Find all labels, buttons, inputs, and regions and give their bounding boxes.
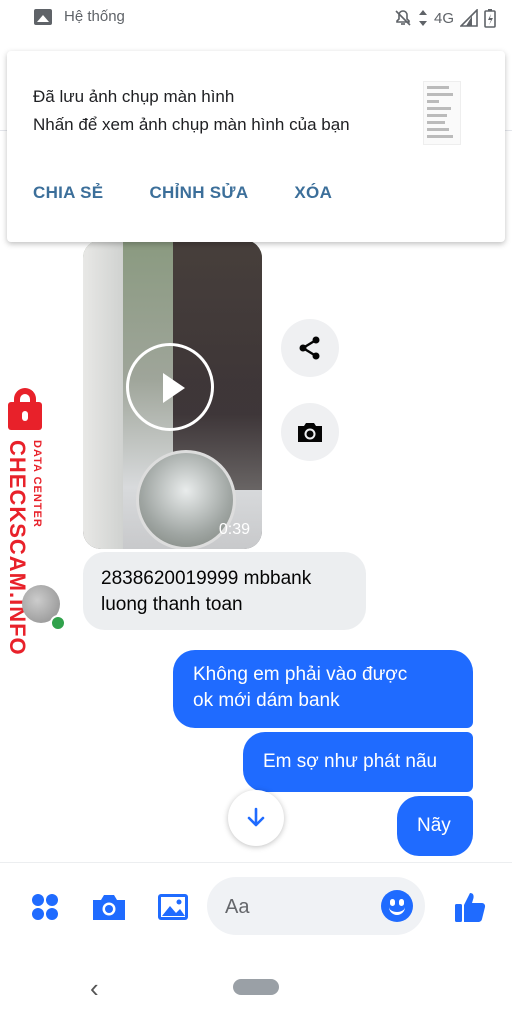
notification-title: Đã lưu ảnh chụp màn hình xyxy=(33,87,235,106)
apps-icon xyxy=(32,894,58,920)
gallery-button[interactable] xyxy=(153,887,193,927)
video-frame-wall xyxy=(83,240,123,549)
play-icon[interactable] xyxy=(126,343,214,431)
camera-icon xyxy=(93,895,125,920)
online-status-dot xyxy=(50,615,66,631)
arrow-down-icon xyxy=(247,807,265,827)
notification-actions: CHIA SẺ CHỈNH SỬA XÓA xyxy=(33,183,332,203)
apps-button[interactable] xyxy=(25,887,65,927)
message-line: 2838620019999 mbbank xyxy=(101,568,312,589)
outgoing-message[interactable]: Em sợ như phát nãu xyxy=(243,732,473,792)
share-video-button[interactable] xyxy=(281,319,339,377)
video-message[interactable]: 0:39 xyxy=(83,240,262,549)
camera-button[interactable] xyxy=(89,887,129,927)
thumbs-up-icon xyxy=(455,893,486,922)
delete-button[interactable]: XÓA xyxy=(294,183,332,203)
message-line: luong thanh toan xyxy=(101,594,243,615)
outgoing-message[interactable]: Nãy xyxy=(397,796,473,856)
screenshot-thumbnail[interactable] xyxy=(423,81,461,145)
screenshot-notification[interactable]: Đã lưu ảnh chụp màn hình Nhấn để xem ảnh… xyxy=(7,51,505,242)
message-line: Không em phải vào được xyxy=(193,664,408,685)
edit-button[interactable]: CHỈNH SỬA xyxy=(149,183,248,203)
signal-icon xyxy=(460,9,478,27)
message-line: ok mới dám bank xyxy=(193,690,340,711)
message-composer xyxy=(0,862,512,951)
emoji-icon[interactable] xyxy=(381,890,413,922)
share-button[interactable]: CHIA SẺ xyxy=(33,183,103,203)
back-icon[interactable]: ‹ xyxy=(90,973,99,1004)
incoming-message[interactable]: 2838620019999 mbbank luong thanh toan xyxy=(83,552,366,630)
gallery-icon xyxy=(34,8,52,25)
video-duration: 0:39 xyxy=(218,521,250,538)
status-title: Hệ thống xyxy=(64,8,125,25)
status-bar-left: Hệ thống xyxy=(34,8,125,25)
image-icon xyxy=(158,894,188,920)
camera-icon xyxy=(298,423,322,442)
message-input-wrapper xyxy=(207,877,425,935)
status-bar-right: 4G xyxy=(394,8,496,28)
status-bar: Hệ thống 4G xyxy=(0,0,512,38)
navigation-bar: ‹ xyxy=(0,950,512,1024)
like-button[interactable] xyxy=(450,887,490,927)
notification-body: Nhấn để xem ảnh chụp màn hình của bạn xyxy=(33,115,350,134)
home-pill[interactable] xyxy=(233,979,279,995)
message-input[interactable] xyxy=(223,891,377,923)
share-icon xyxy=(299,336,320,360)
message-line: Nãy xyxy=(417,815,451,836)
data-arrows-icon xyxy=(418,10,427,26)
message-line: Em sợ như phát nãu xyxy=(263,751,438,772)
save-video-button[interactable] xyxy=(281,403,339,461)
network-type: 4G xyxy=(433,9,454,27)
scroll-to-bottom-button[interactable] xyxy=(228,790,284,846)
mute-icon xyxy=(395,10,411,26)
lock-icon xyxy=(6,388,46,432)
watermark-sub: DATA CENTER xyxy=(31,440,43,528)
battery-icon xyxy=(484,9,496,28)
watermark-brand: CHECKSCAM.INFO xyxy=(5,440,30,656)
outgoing-message[interactable]: Không em phải vào được ok mới dám bank xyxy=(173,650,473,728)
